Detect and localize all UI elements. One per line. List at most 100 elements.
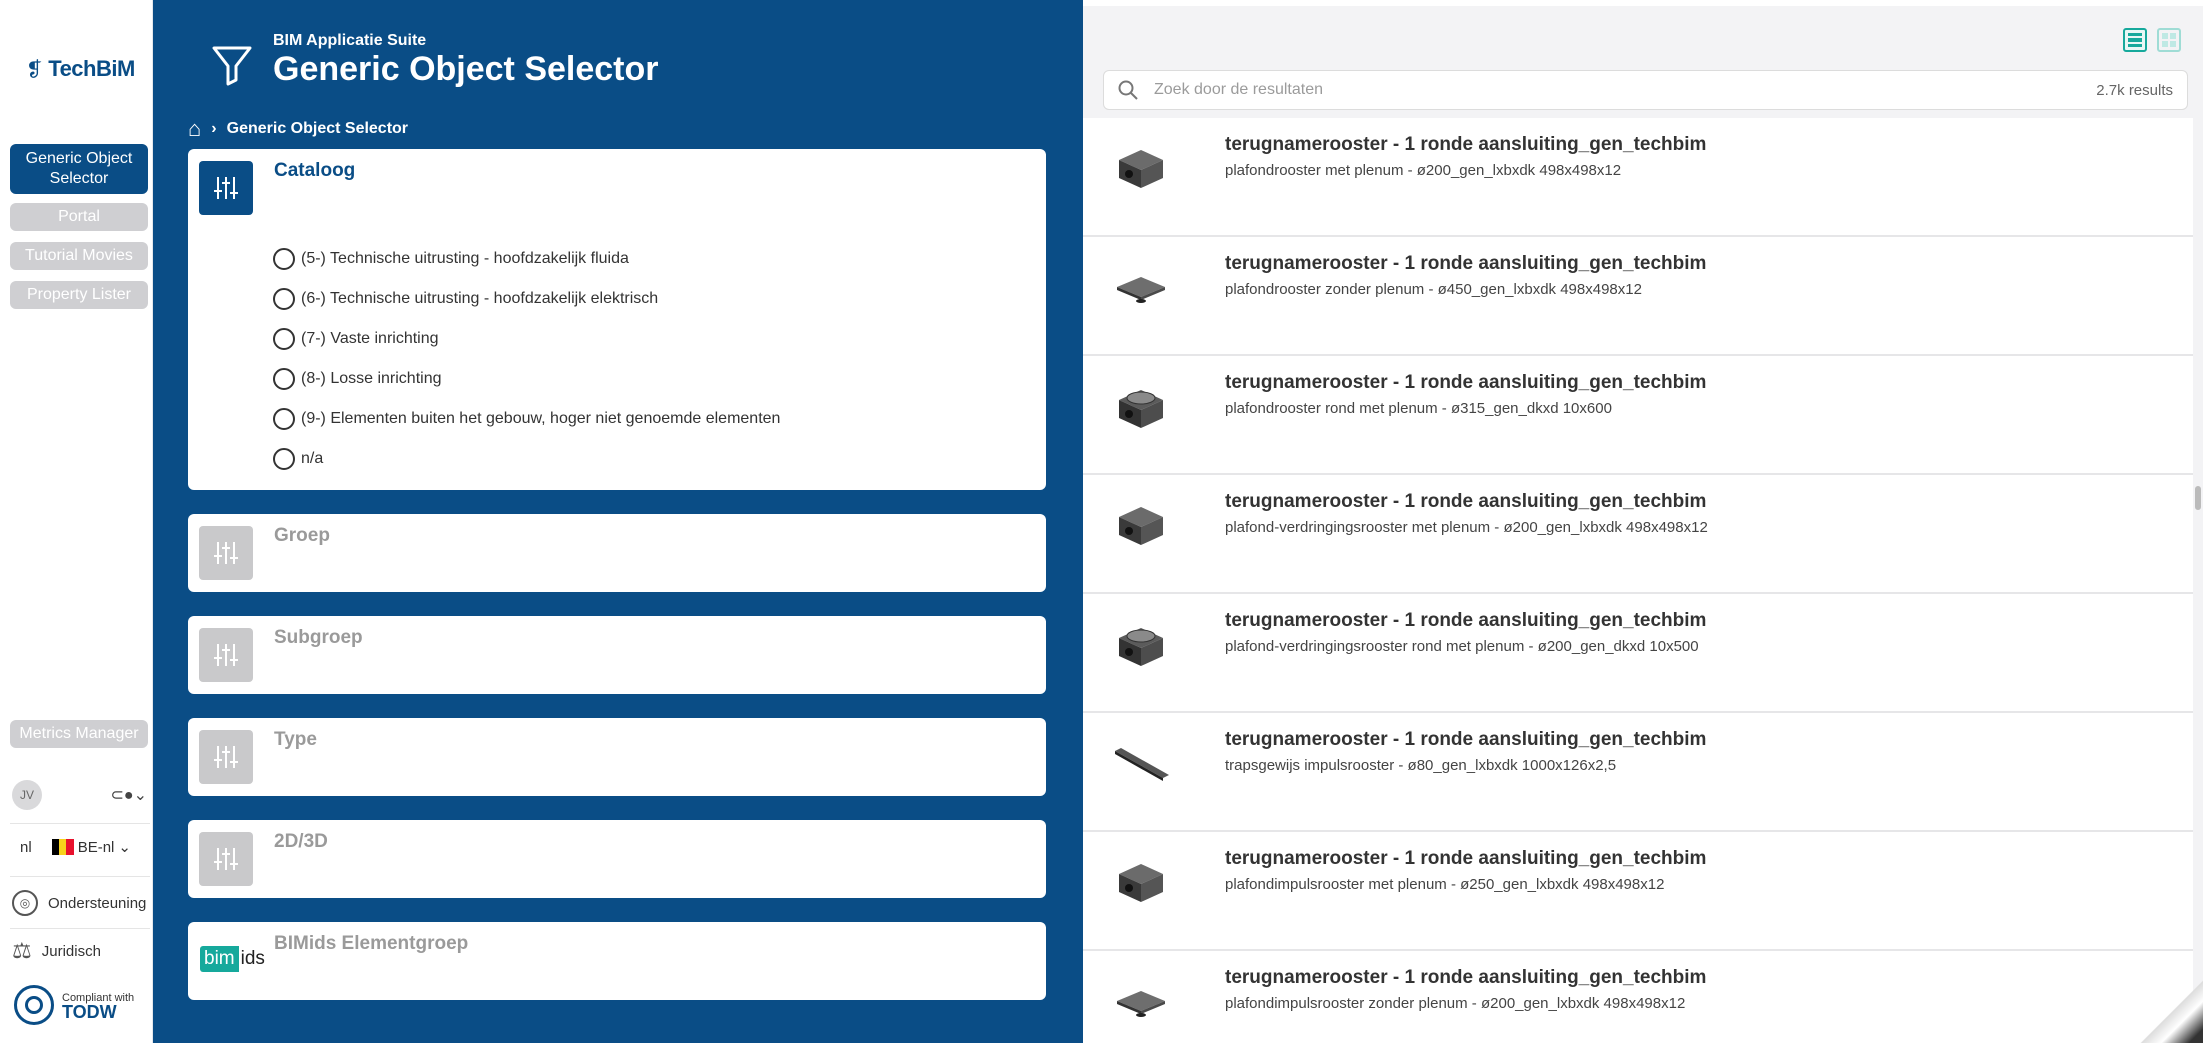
filter-card-2d3d[interactable]: 2D/3D <box>188 820 1046 898</box>
option-label: (5-) Technische uitrusting - hoofdzakeli… <box>301 250 629 267</box>
todw-logo-icon <box>14 985 54 1025</box>
brand-logo[interactable]: ❡ TechBiM <box>26 56 135 82</box>
avatar[interactable]: JV <box>12 780 42 810</box>
metrics-manager-button[interactable]: Metrics Manager <box>10 720 148 748</box>
filter-card-title: Groep <box>274 525 330 546</box>
bimids-logo: bim ids <box>200 946 267 972</box>
bimids-logo-i: ids <box>240 948 265 969</box>
result-title: terugnamerooster - 1 ronde aansluiting_g… <box>1225 729 1707 750</box>
result-title: terugnamerooster - 1 ronde aansluiting_g… <box>1225 610 1707 631</box>
language-code: nl <box>20 838 32 856</box>
result-subtitle: plafondimpulsrooster met plenum - ø250_g… <box>1225 876 1665 893</box>
result-title: terugnamerooster - 1 ronde aansluiting_g… <box>1225 253 1707 274</box>
support-link[interactable]: ◎ Ondersteuning <box>12 890 146 916</box>
result-subtitle: plafondrooster zonder plenum - ø450_gen_… <box>1225 281 1642 298</box>
result-row[interactable]: terugnamerooster - 1 ronde aansluiting_g… <box>1083 356 2193 475</box>
catalog-option[interactable]: (9-) Elementen buiten het gebouw, hoger … <box>273 399 780 439</box>
language-selector[interactable]: nl BE-nl ⌄ <box>20 838 140 857</box>
object-thumbnail <box>1111 138 1171 198</box>
radio-button[interactable] <box>273 328 295 350</box>
nav-item-property-lister[interactable]: Property Lister <box>10 281 148 309</box>
legal-label: Juridisch <box>41 942 101 960</box>
catalog-option[interactable]: (7-) Vaste inrichting <box>273 319 780 359</box>
search-bar: 2.7k results <box>1103 70 2188 110</box>
result-subtitle: trapsgewijs impulsrooster - ø80_gen_lxbx… <box>1225 757 1617 774</box>
catalog-option[interactable]: (5-) Technische uitrusting - hoofdzakeli… <box>273 239 780 279</box>
filter-card-bimids[interactable]: bim ids BIMids Elementgroep <box>188 922 1046 1000</box>
radio-button[interactable] <box>273 448 295 470</box>
search-input[interactable] <box>1154 81 2097 99</box>
radio-button[interactable] <box>273 248 295 270</box>
suite-label: BIM Applicatie Suite <box>273 32 427 49</box>
radio-button[interactable] <box>273 408 295 430</box>
object-thumbnail <box>1111 495 1171 555</box>
option-label: (8-) Losse inrichting <box>301 370 442 387</box>
result-row[interactable]: terugnamerooster - 1 ronde aansluiting_g… <box>1083 237 2193 356</box>
legal-link[interactable]: ⚖ Juridisch <box>12 938 101 964</box>
breadcrumb-current[interactable]: Generic Object Selector <box>227 120 408 138</box>
sliders-icon <box>199 161 253 215</box>
nav-item-generic-object-selector[interactable]: Generic Object Selector <box>10 144 148 194</box>
filter-card-type[interactable]: Type <box>188 718 1046 796</box>
filter-card-group[interactable]: Groep <box>188 514 1046 592</box>
filter-card-title: BIMids Elementgroep <box>274 933 469 954</box>
switch-account-icon[interactable]: ⊂●⌄ <box>111 785 147 805</box>
search-icon <box>1118 80 1138 100</box>
filter-panel: BIM Applicatie Suite Generic Object Sele… <box>153 0 1083 1043</box>
divider <box>10 823 150 824</box>
result-title: terugnamerooster - 1 ronde aansluiting_g… <box>1225 134 1707 155</box>
radio-button[interactable] <box>273 288 295 310</box>
todw-compliance-badge: Compliant with TODW <box>14 985 134 1025</box>
result-row[interactable]: terugnamerooster - 1 ronde aansluiting_g… <box>1083 713 2193 832</box>
filter-card-title: 2D/3D <box>274 831 328 852</box>
result-title: terugnamerooster - 1 ronde aansluiting_g… <box>1225 848 1707 869</box>
catalog-option[interactable]: (8-) Losse inrichting <box>273 359 780 399</box>
view-toggles <box>2123 28 2181 52</box>
result-subtitle: plafond-verdringingsrooster rond met ple… <box>1225 638 1699 655</box>
catalog-option[interactable]: n/a <box>273 439 780 479</box>
nav-item-portal[interactable]: Portal <box>10 203 148 231</box>
sidebar: ❡ TechBiM Generic Object Selector Portal… <box>0 0 153 1043</box>
result-row[interactable]: terugnamerooster - 1 ronde aansluiting_g… <box>1083 951 2193 1043</box>
option-label: n/a <box>301 450 324 467</box>
filter-card-catalog[interactable]: Cataloog (5-) Technische uitrusting - ho… <box>188 149 1046 490</box>
result-subtitle: plafond-verdringingsrooster met plenum -… <box>1225 519 1708 536</box>
option-label: (7-) Vaste inrichting <box>301 330 439 347</box>
catalog-option[interactable]: (6-) Technische uitrusting - hoofdzakeli… <box>273 279 780 319</box>
list-view-icon[interactable] <box>2123 28 2147 52</box>
object-thumbnail <box>1111 376 1171 436</box>
divider <box>10 876 150 877</box>
result-row[interactable]: terugnamerooster - 1 ronde aansluiting_g… <box>1083 118 2193 237</box>
result-count: 2.7k results <box>2096 81 2173 99</box>
result-row[interactable]: terugnamerooster - 1 ronde aansluiting_g… <box>1083 594 2193 713</box>
filter-funnel-icon <box>212 46 252 86</box>
support-label: Ondersteuning <box>48 894 147 912</box>
result-row[interactable]: terugnamerooster - 1 ronde aansluiting_g… <box>1083 475 2193 594</box>
page-curl <box>2133 973 2203 1043</box>
result-subtitle: plafondrooster rond met plenum - ø315_ge… <box>1225 400 1612 417</box>
home-icon[interactable]: ⌂ <box>188 116 201 142</box>
object-thumbnail <box>1111 614 1171 674</box>
lifebuoy-icon: ◎ <box>12 890 38 916</box>
user-menu[interactable]: JV ⊂●⌄ <box>12 780 147 810</box>
sliders-icon <box>199 526 253 580</box>
sliders-icon <box>199 628 253 682</box>
bimids-logo-b: bim <box>200 946 239 972</box>
divider <box>10 928 150 929</box>
grid-view-icon[interactable] <box>2157 28 2181 52</box>
nav-item-tutorial-movies[interactable]: Tutorial Movies <box>10 242 148 270</box>
chevron-down-icon: ⌄ <box>118 839 131 856</box>
result-row[interactable]: terugnamerooster - 1 ronde aansluiting_g… <box>1083 832 2193 951</box>
page-title: Generic Object Selector <box>273 50 659 88</box>
filter-card-title: Subgroep <box>274 627 363 648</box>
brand-name: TechBiM <box>48 56 135 81</box>
radio-button[interactable] <box>273 368 295 390</box>
region-code: BE-nl <box>77 838 115 856</box>
scrollbar[interactable] <box>2195 486 2201 510</box>
option-label: (6-) Technische uitrusting - hoofdzakeli… <box>301 290 659 307</box>
filter-card-subgroup[interactable]: Subgroep <box>188 616 1046 694</box>
result-title: terugnamerooster - 1 ronde aansluiting_g… <box>1225 372 1707 393</box>
catalog-options: (5-) Technische uitrusting - hoofdzakeli… <box>273 239 780 479</box>
compliance-big: TODW <box>62 1002 117 1022</box>
option-label: (9-) Elementen buiten het gebouw, hoger … <box>301 410 781 427</box>
